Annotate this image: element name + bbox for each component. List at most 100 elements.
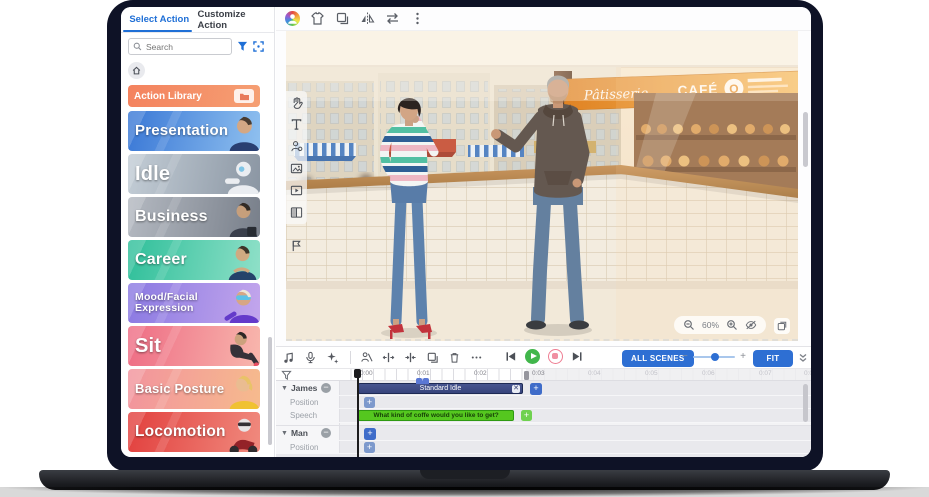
focus-icon[interactable] xyxy=(253,41,264,52)
chevron-down-icon[interactable]: ▼ xyxy=(281,385,288,392)
character-color-icon[interactable] xyxy=(285,11,300,26)
zoom-in-icon[interactable] xyxy=(726,319,738,331)
add-speech-button[interactable]: + xyxy=(521,410,532,421)
skip-start-icon[interactable] xyxy=(504,350,517,363)
duplicate-icon[interactable] xyxy=(335,11,350,26)
marker-tool[interactable] xyxy=(290,239,303,257)
search-icon xyxy=(133,42,142,51)
split-screen-tool-icon[interactable] xyxy=(290,206,303,219)
record-voice-icon[interactable] xyxy=(304,351,317,364)
category-presentation[interactable]: Presentation xyxy=(128,111,260,151)
speech-block[interactable]: What kind of coffe would you like to get… xyxy=(358,410,514,421)
action-block[interactable]: Standard Idle ✕ xyxy=(358,383,523,394)
add-action-button[interactable]: + xyxy=(364,428,376,440)
viewport-toolbar xyxy=(276,7,811,31)
category-career[interactable]: Career xyxy=(128,240,260,280)
outfit-icon[interactable] xyxy=(310,11,325,26)
zoom-minus[interactable]: − xyxy=(682,351,688,362)
effects-icon[interactable] xyxy=(326,351,339,364)
play-button[interactable] xyxy=(525,349,540,364)
remove-block-icon[interactable]: ✕ xyxy=(512,385,520,393)
playhead-line xyxy=(357,369,359,457)
category-label: Mood/Facial Expression xyxy=(135,292,253,313)
category-figure xyxy=(215,330,259,366)
zoom-out-icon[interactable] xyxy=(683,319,695,331)
more-icon[interactable] xyxy=(410,11,425,26)
scene-tool-strip xyxy=(286,91,307,224)
sidebar-tabs: Select Action Customize Action xyxy=(121,7,274,33)
text-tool-icon[interactable] xyxy=(290,118,303,131)
category-sit[interactable]: Sit xyxy=(128,326,260,366)
category-basic-posture[interactable]: Basic Posture xyxy=(128,369,260,409)
add-position-button[interactable]: + xyxy=(364,397,375,408)
track-name: Man xyxy=(291,428,308,438)
sidebar-scrollbar[interactable] xyxy=(268,337,272,445)
category-label: Basic Posture xyxy=(135,382,224,395)
hand-tool-icon[interactable] xyxy=(290,96,303,109)
speech-block-label: What kind of coffe would you like to get… xyxy=(373,412,498,418)
image-tool-icon[interactable] xyxy=(290,162,303,175)
scene-canvas[interactable]: Pâtisserie CAFÉ Q xyxy=(286,31,798,341)
skip-end-icon[interactable] xyxy=(571,350,584,363)
character-tool-icon[interactable] xyxy=(290,140,303,153)
laptop-mockup: Select Action Customize Action Action Li… xyxy=(0,0,929,497)
toolbar-divider xyxy=(350,351,351,364)
category-mood-facial-expression[interactable]: Mood/Facial Expression xyxy=(128,283,260,323)
slider-track[interactable] xyxy=(693,356,735,358)
category-locomotion[interactable]: Locomotion xyxy=(128,412,260,452)
subtrack-name: Position xyxy=(290,443,318,452)
flip-horizontal-icon[interactable] xyxy=(360,11,375,26)
swap-icon[interactable] xyxy=(385,11,400,26)
tab-label: Customize Action xyxy=(198,9,275,31)
audio-icon[interactable] xyxy=(282,351,295,364)
category-label: Sit xyxy=(135,336,161,356)
trim-end-icon[interactable] xyxy=(404,351,417,364)
hide-ui-eye-icon[interactable] xyxy=(745,319,757,331)
timeline-zoom-slider: − + xyxy=(682,351,746,362)
tab-customize-action[interactable]: Customize Action xyxy=(198,7,275,32)
category-idle[interactable]: Idle xyxy=(128,154,260,194)
add-above-block-button[interactable]: + xyxy=(416,378,429,384)
duplicate-clip-icon[interactable] xyxy=(426,351,439,364)
filter-icon[interactable] xyxy=(237,41,248,52)
marker-flag-icon xyxy=(290,239,303,252)
home-button[interactable] xyxy=(128,62,145,79)
zoom-plus[interactable]: + xyxy=(740,351,746,362)
collapse-timeline-icon[interactable] xyxy=(797,352,809,364)
chevron-down-icon[interactable]: ▼ xyxy=(281,430,288,437)
video-tool-icon[interactable] xyxy=(290,184,303,197)
more-tools-icon[interactable] xyxy=(470,351,483,364)
folder-icon[interactable] xyxy=(234,89,254,103)
track-filter-icon[interactable] xyxy=(281,370,292,381)
add-action-button[interactable]: + xyxy=(530,383,542,395)
category-figure xyxy=(215,201,259,237)
fit-button[interactable]: FIT xyxy=(753,350,793,367)
trim-start-icon[interactable] xyxy=(382,351,395,364)
action-library-header[interactable]: Action Library xyxy=(128,85,260,107)
tab-select-action[interactable]: Select Action xyxy=(121,7,198,32)
snapshot-frame-button[interactable] xyxy=(774,318,790,334)
add-position-button[interactable]: + xyxy=(364,442,375,453)
mute-action-icon[interactable] xyxy=(360,351,373,364)
frame-icon xyxy=(777,321,787,331)
viewport-zoom-bar: 60% xyxy=(674,316,766,334)
minus-circle-icon[interactable]: − xyxy=(321,383,331,393)
slider-handle[interactable] xyxy=(711,353,719,361)
playhead-handle[interactable] xyxy=(354,369,361,378)
scene-end-marker[interactable] xyxy=(524,371,529,380)
ruler-label: 0:00 xyxy=(360,370,373,377)
ruler-label: 0:05 xyxy=(645,370,658,377)
timeline-panel: ALL SCENES − + FIT 0:00 0:01 0:02 0:03 0… xyxy=(276,346,811,457)
timeline-scrollbar[interactable] xyxy=(803,384,808,422)
ruler-label: 0:04 xyxy=(588,370,601,377)
search-field[interactable] xyxy=(146,42,226,52)
category-business[interactable]: Business xyxy=(128,197,260,237)
search-input[interactable] xyxy=(128,38,232,55)
ruler-label: 0:01 xyxy=(417,370,430,377)
stop-button[interactable] xyxy=(548,349,563,364)
home-icon xyxy=(132,66,141,75)
delete-icon[interactable] xyxy=(448,351,461,364)
viewport-scrollbar[interactable] xyxy=(803,112,808,167)
action-block-label: Standard Idle xyxy=(420,385,462,392)
minus-circle-icon[interactable]: − xyxy=(321,428,331,438)
